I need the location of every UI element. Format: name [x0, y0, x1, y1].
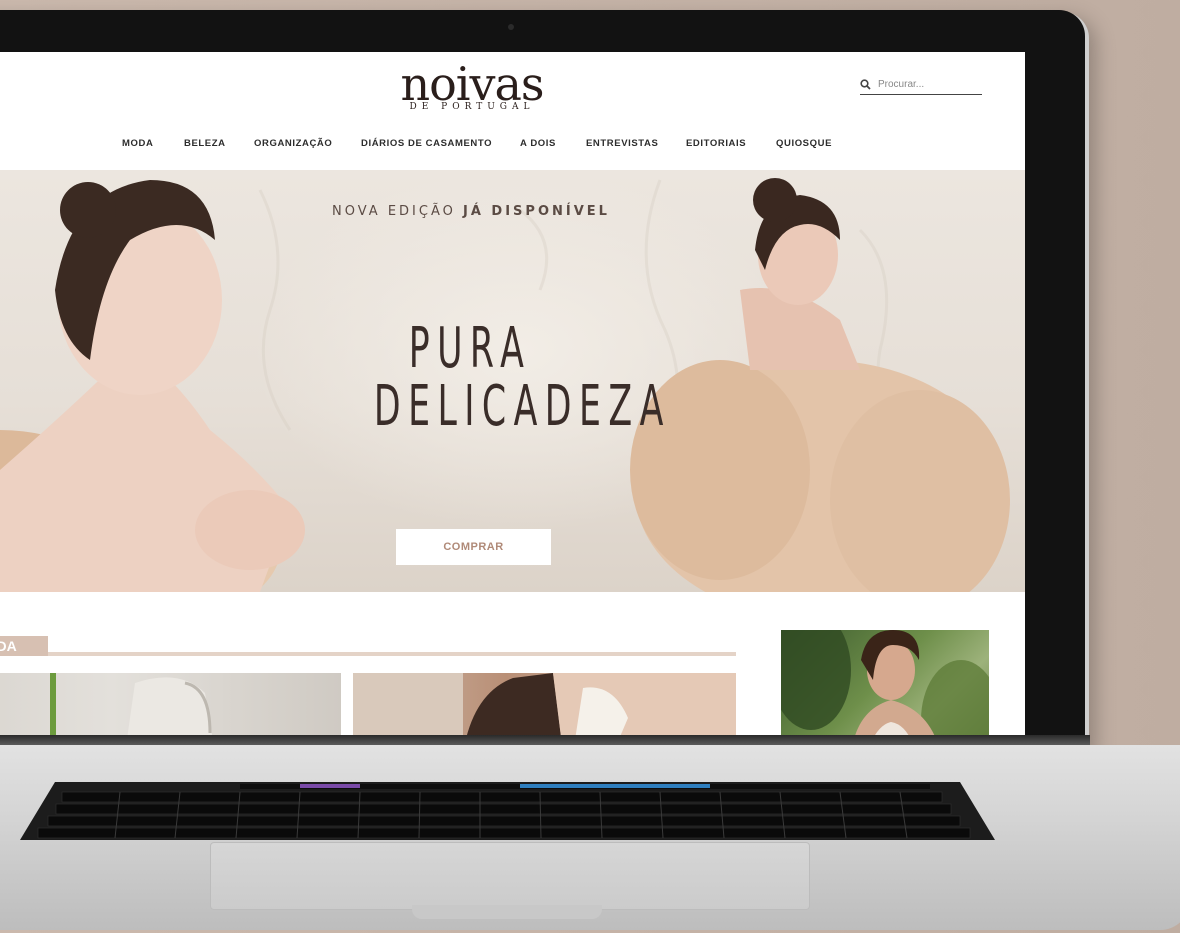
search-box [860, 76, 982, 95]
nav-item-entrevistas[interactable]: ENTREVISTAS [586, 138, 658, 149]
hero-title-line1: PURA [408, 316, 532, 381]
laptop-trackpad [210, 842, 810, 910]
site-logo[interactable]: noivas DE PORTUGAL [397, 60, 547, 112]
hero-title: PURA DELICADEZA [373, 316, 671, 439]
card-photo-bride [353, 673, 736, 744]
kicker-bold: JÁ DISPONÍVEL [463, 204, 610, 219]
section-label-moda[interactable]: MODA [0, 636, 48, 656]
nav-item-diarios-de-casamento[interactable]: DIÁRIOS DE CASAMENTO [361, 138, 492, 149]
nav-item-editoriais[interactable]: EDITORIAIS [686, 138, 746, 149]
article-card-image[interactable] [0, 673, 341, 744]
hero-title-line2: DELICADEZA [373, 374, 671, 439]
sidebar-ad-image[interactable] [781, 630, 989, 744]
laptop-front-notch [412, 905, 602, 919]
nav-item-quiosque[interactable]: QUIOSQUE [776, 138, 832, 149]
nav-item-a-dois[interactable]: A DOIS [520, 138, 556, 149]
logo-wordmark: noivas [400, 57, 544, 111]
card-photo-still-life [50, 673, 214, 744]
nav-item-moda[interactable]: MODA [122, 138, 153, 149]
search-input[interactable] [878, 76, 978, 92]
site-header: noivas DE PORTUGAL MODA BELEZA ORGANIZAÇ… [0, 52, 1025, 170]
section-divider [48, 652, 736, 656]
nav-item-beleza[interactable]: BELEZA [184, 138, 226, 149]
laptop-lid: noivas DE PORTUGAL MODA BELEZA ORGANIZAÇ… [0, 10, 1085, 752]
buy-button[interactable]: COMPRAR [396, 529, 551, 565]
hero-kicker: NOVA EDIÇÃO JÁ DISPONÍVEL [332, 204, 607, 219]
nav-item-organizacao[interactable]: ORGANIZAÇÃO [254, 138, 332, 149]
search-icon[interactable] [860, 79, 871, 90]
hero-banner[interactable]: NOVA EDIÇÃO JÁ DISPONÍVEL PURA DELICADEZ… [0, 170, 1025, 592]
section-header-moda: MODA [0, 636, 736, 658]
laptop-keyboard [20, 782, 995, 840]
logo-subtitle: DE PORTUGAL [409, 102, 535, 112]
ad-photo-bride-garden [781, 630, 989, 744]
kicker-prefix: NOVA EDIÇÃO [332, 204, 456, 219]
camera-dot [508, 24, 514, 30]
main-nav: MODA BELEZA ORGANIZAÇÃO DIÁRIOS DE CASAM… [0, 138, 1025, 158]
browser-viewport: noivas DE PORTUGAL MODA BELEZA ORGANIZAÇ… [0, 52, 1025, 744]
article-card-image[interactable] [353, 673, 736, 744]
